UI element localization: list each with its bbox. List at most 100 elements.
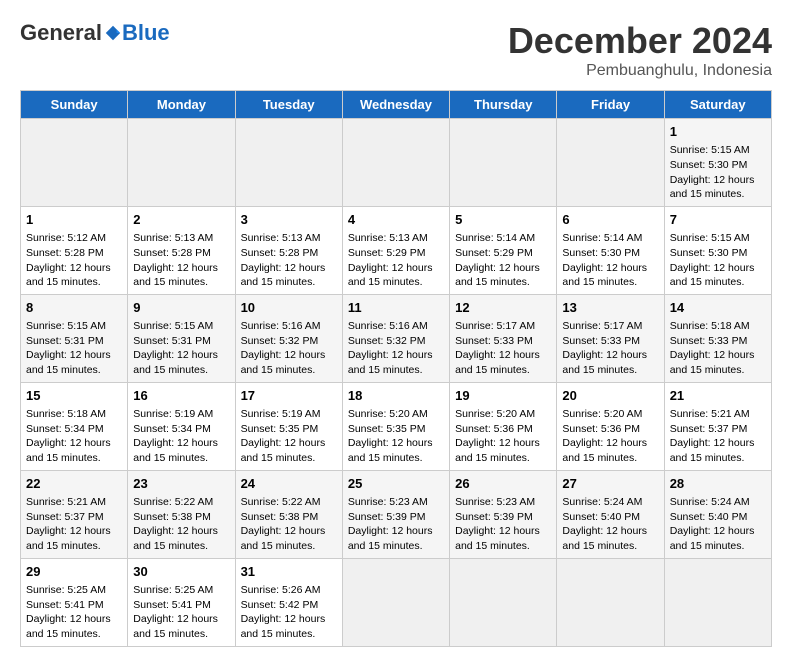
calendar-header-monday: Monday [128,91,235,119]
calendar-cell: 9Sunrise: 5:15 AMSunset: 5:31 PMDaylight… [128,294,235,382]
calendar-cell: 14Sunrise: 5:18 AMSunset: 5:33 PMDayligh… [664,294,771,382]
calendar-week-row: 29 Sunrise: 5:25 AM Sunset: 5:41 PM Dayligh… [21,558,772,646]
daylight-text: Daylight: 12 hours and 15 minutes. [241,613,326,640]
sunrise-text: Sunrise: 5:16 AM [348,320,428,332]
sunset-text: Sunset: 5:39 PM [348,511,426,523]
day-number: 5 [455,211,551,229]
daylight-text: Daylight: 12 hours and 15 minutes. [26,525,111,552]
calendar-cell: 6Sunrise: 5:14 AMSunset: 5:30 PMDaylight… [557,206,664,294]
daylight-text: Daylight: 12 hours and 15 minutes. [241,525,326,552]
page-header: General Blue December 2024 Pembuanghulu,… [20,20,772,80]
sunset-text: Sunset: 5:31 PM [26,335,104,347]
day-number: 16 [133,387,229,405]
calendar-cell: 4Sunrise: 5:13 AMSunset: 5:29 PMDaylight… [342,206,449,294]
calendar-header-friday: Friday [557,91,664,119]
calendar-cell: 21Sunrise: 5:21 AMSunset: 5:37 PMDayligh… [664,382,771,470]
sunset-text: Sunset: 5:28 PM [241,247,319,259]
calendar-cell: 12Sunrise: 5:17 AMSunset: 5:33 PMDayligh… [450,294,557,382]
daylight-text: Daylight: 12 hours and 15 minutes. [455,262,540,289]
day-number: 11 [348,299,444,317]
sunset-text: Sunset: 5:40 PM [670,511,748,523]
sunrise-text: Sunrise: 5:12 AM [26,232,106,244]
day-number: 30 [133,563,229,581]
calendar-header-tuesday: Tuesday [235,91,342,119]
calendar-cell: 30Sunrise: 5:25 AMSunset: 5:41 PMDayligh… [128,558,235,646]
sunrise-text: Sunrise: 5:15 AM [670,144,750,156]
sunrise-text: Sunrise: 5:24 AM [562,496,642,508]
sunset-text: Sunset: 5:35 PM [348,423,426,435]
sunrise-text: Sunrise: 5:13 AM [241,232,321,244]
day-number: 28 [670,475,766,493]
sunset-text: Sunset: 5:38 PM [133,511,211,523]
daylight-text: Daylight: 12 hours and 15 minutes. [562,437,647,464]
day-number: 3 [241,211,337,229]
daylight-text: Daylight: 12 hours and 15 minutes. [133,262,218,289]
daylight-text: Daylight: 12 hours and 15 minutes. [562,262,647,289]
calendar-table: SundayMondayTuesdayWednesdayThursdayFrid… [20,90,772,647]
daylight-text: Daylight: 12 hours and 15 minutes. [241,437,326,464]
daylight-text: Daylight: 12 hours and 15 minutes. [455,437,540,464]
sunrise-text: Sunrise: 5:21 AM [26,496,106,508]
sunrise-text: Sunrise: 5:20 AM [348,408,428,420]
calendar-cell: 3Sunrise: 5:13 AMSunset: 5:28 PMDaylight… [235,206,342,294]
sunset-text: Sunset: 5:31 PM [133,335,211,347]
sunrise-text: Sunrise: 5:22 AM [133,496,213,508]
sunset-text: Sunset: 5:30 PM [670,247,748,259]
day-number: 21 [670,387,766,405]
day-number: 23 [133,475,229,493]
logo-icon [104,24,122,42]
calendar-cell: 15Sunrise: 5:18 AMSunset: 5:34 PMDayligh… [21,382,128,470]
day-number: 8 [26,299,122,317]
day-number: 15 [26,387,122,405]
sunset-text: Sunset: 5:38 PM [241,511,319,523]
sunrise-text: Sunrise: 5:13 AM [133,232,213,244]
sunrise-text: Sunrise: 5:23 AM [455,496,535,508]
calendar-cell [342,119,449,207]
sunset-text: Sunset: 5:29 PM [348,247,426,259]
day-number: 10 [241,299,337,317]
calendar-cell: 31Sunrise: 5:26 AMSunset: 5:42 PMDayligh… [235,558,342,646]
title-block: December 2024 Pembuanghulu, Indonesia [508,20,772,80]
sunset-text: Sunset: 5:41 PM [133,599,211,611]
calendar-cell: 13Sunrise: 5:17 AMSunset: 5:33 PMDayligh… [557,294,664,382]
sunset-text: Sunset: 5:37 PM [670,423,748,435]
daylight-text: Daylight: 12 hours and 15 minutes. [670,262,755,289]
daylight-text: Daylight: 12 hours and 15 minutes. [670,437,755,464]
sunset-text: Sunset: 5:32 PM [241,335,319,347]
daylight-text: Daylight: 12 hours and 15 minutes. [133,437,218,464]
sunset-text: Sunset: 5:34 PM [26,423,104,435]
daylight-text: Daylight: 12 hours and 15 minutes. [670,349,755,376]
sunrise-text: Sunrise: 5:19 AM [241,408,321,420]
calendar-cell: 20Sunrise: 5:20 AMSunset: 5:36 PMDayligh… [557,382,664,470]
calendar-header-wednesday: Wednesday [342,91,449,119]
calendar-header-sunday: Sunday [21,91,128,119]
sunrise-text: Sunrise: 5:17 AM [455,320,535,332]
sunset-text: Sunset: 5:40 PM [562,511,640,523]
calendar-week-row: 22Sunrise: 5:21 AMSunset: 5:37 PMDayligh… [21,470,772,558]
month-title: December 2024 [508,20,772,62]
sunset-text: Sunset: 5:42 PM [241,599,319,611]
sunset-text: Sunset: 5:33 PM [562,335,640,347]
calendar-cell: 11Sunrise: 5:16 AMSunset: 5:32 PMDayligh… [342,294,449,382]
day-number: 29 [26,563,122,581]
calendar-cell: 16Sunrise: 5:19 AMSunset: 5:34 PMDayligh… [128,382,235,470]
calendar-cell: 22Sunrise: 5:21 AMSunset: 5:37 PMDayligh… [21,470,128,558]
day-number: 27 [562,475,658,493]
sunset-text: Sunset: 5:34 PM [133,423,211,435]
calendar-cell: 25Sunrise: 5:23 AMSunset: 5:39 PMDayligh… [342,470,449,558]
sunrise-text: Sunrise: 5:25 AM [133,584,213,596]
daylight-text: Daylight: 12 hours and 15 minutes. [455,525,540,552]
day-number: 6 [562,211,658,229]
sunrise-text: Sunrise: 5:26 AM [241,584,321,596]
calendar-cell [557,119,664,207]
sunset-text: Sunset: 5:30 PM [670,159,748,171]
sunset-text: Sunset: 5:39 PM [455,511,533,523]
location-subtitle: Pembuanghulu, Indonesia [508,62,772,80]
calendar-cell: 17Sunrise: 5:19 AMSunset: 5:35 PMDayligh… [235,382,342,470]
calendar-cell [664,558,771,646]
sunrise-text: Sunrise: 5:14 AM [455,232,535,244]
sunset-text: Sunset: 5:28 PM [26,247,104,259]
calendar-cell: 5Sunrise: 5:14 AMSunset: 5:29 PMDaylight… [450,206,557,294]
daylight-text: Daylight: 12 hours and 15 minutes. [26,262,111,289]
calendar-header-thursday: Thursday [450,91,557,119]
